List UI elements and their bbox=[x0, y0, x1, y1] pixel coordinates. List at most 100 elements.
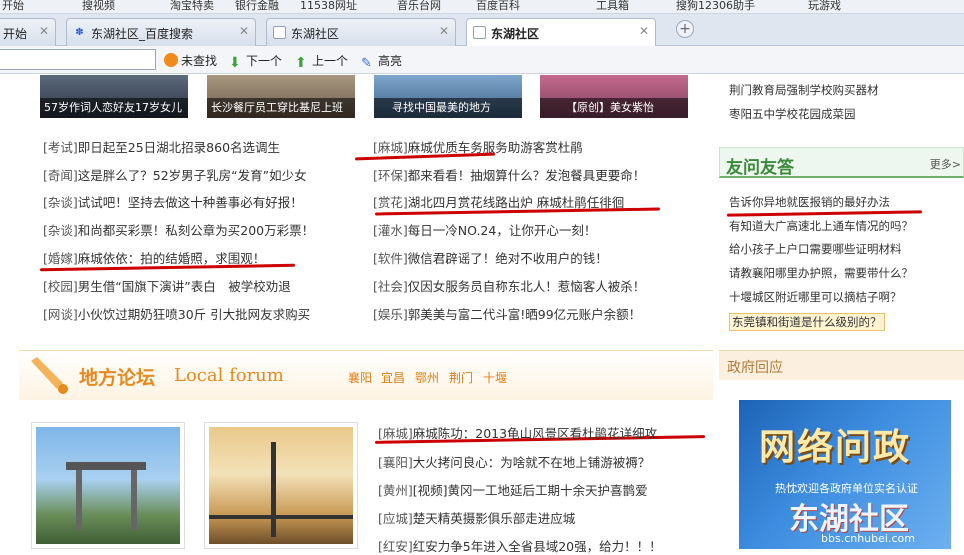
arrow-down-icon: ⬇ bbox=[229, 55, 241, 71]
stop-icon bbox=[164, 53, 178, 67]
tab-baidu-search[interactable]: ✽ 东湖社区_百度搜索 ✕ bbox=[66, 18, 256, 46]
arrow-up-icon: ⬆ bbox=[295, 55, 307, 71]
news-item[interactable]: [软件]微信君辟谣了！绝对不收用户的钱！ bbox=[373, 248, 608, 267]
news-item[interactable]: [杂谈]和尚都买彩票！私刻公章为买200万彩票！ bbox=[43, 220, 314, 239]
news-tag: [麻城] bbox=[373, 140, 408, 155]
bookmark-item[interactable]: 搜狗12306助手 bbox=[676, 0, 755, 13]
qa-item[interactable]: 给小孩子上户口需要哪些证明材料 bbox=[729, 241, 902, 257]
city-link[interactable]: 十堰 bbox=[483, 369, 507, 386]
qa-item[interactable]: 请教襄阳哪里办护照，需要带什么？ bbox=[729, 265, 913, 281]
forum-title: 地方论坛 bbox=[79, 367, 156, 389]
close-icon[interactable]: ✕ bbox=[239, 24, 249, 38]
news-item[interactable]: [校园]男生借“国旗下演讲”表白 被学校劝退 bbox=[43, 276, 291, 295]
news-tag: [校园] bbox=[43, 279, 78, 294]
qa-item[interactable]: 有知道大广高速北上通车情况的吗？ bbox=[729, 218, 913, 234]
find-input[interactable] bbox=[0, 49, 156, 70]
forum-post[interactable]: [红安]红安力争5年进入全省县域20强，给力！！！ bbox=[378, 536, 662, 555]
bookmark-item[interactable]: 工具箱 bbox=[596, 0, 629, 13]
news-tag: [杂谈] bbox=[43, 223, 78, 238]
find-highlight-label: 高亮 bbox=[378, 54, 403, 68]
forum-title-en: Local forum bbox=[174, 365, 284, 386]
post-tag: [黄州] bbox=[378, 483, 413, 498]
bookmark-item[interactable]: 百度百科 bbox=[476, 0, 520, 13]
watermark-url: bbs.cnhubei.com bbox=[821, 532, 915, 545]
qa-more-link[interactable]: 更多> bbox=[930, 156, 961, 172]
tab-label: 开始 bbox=[3, 27, 28, 41]
bookmark-item[interactable]: 搜视频 bbox=[82, 0, 115, 13]
highlighter-icon: ✎ bbox=[361, 56, 372, 71]
side-link[interactable]: 荆门教育局强制学校购买器材 bbox=[729, 82, 879, 98]
qa-header: 友问友答 更多> bbox=[719, 147, 964, 178]
thumb-caption: 长沙餐厅员工穿比基尼上班 bbox=[207, 98, 355, 118]
news-title: 男生借“国旗下演讲”表白 被学校劝退 bbox=[77, 279, 291, 294]
new-tab-button[interactable]: + bbox=[676, 20, 694, 38]
thumb-caption: 57岁作词人恋好友17岁女儿 bbox=[40, 98, 188, 118]
qa-item[interactable]: 告诉你异地就医报销的最好办法 bbox=[729, 194, 890, 210]
bookmark-item[interactable]: 银行金融 bbox=[235, 0, 279, 13]
news-item[interactable]: [娱乐]郭美美与富二代斗富!晒99亿元账户余额！ bbox=[373, 304, 641, 323]
city-link[interactable]: 襄阳 bbox=[348, 369, 372, 386]
news-title: 试试吧！坚持去做这十种善事必有好报！ bbox=[77, 195, 303, 210]
close-icon[interactable]: ✕ bbox=[439, 24, 449, 38]
thumb-caption: 【原创】美女紫怡 bbox=[540, 98, 688, 118]
find-not-found-button[interactable]: 未查找 bbox=[164, 52, 217, 69]
qa-item[interactable]: 十堰城区附近哪里可以摘桔子啊？ bbox=[729, 289, 902, 305]
post-title: 红安力争5年进入全省县域20强，给力！！！ bbox=[412, 539, 662, 554]
forum-post[interactable]: [应城]楚天精英摄影俱乐部走进应城 bbox=[378, 508, 575, 527]
post-tag: [麻城] bbox=[378, 426, 413, 441]
bookmark-item[interactable]: 淘宝特卖 bbox=[170, 0, 214, 13]
news-title: 麻城依依：拍的结婚照，求围观！ bbox=[77, 251, 266, 266]
bookmark-item[interactable]: 开始 bbox=[2, 0, 24, 13]
news-tag: [赏花] bbox=[373, 195, 408, 210]
news-item[interactable]: [杂谈]试试吧！坚持去做这十种善事必有好报！ bbox=[43, 192, 303, 211]
thumb-image[interactable]: 寻找中国最美的地方 bbox=[374, 75, 522, 118]
bookmark-item[interactable]: 音乐台网 bbox=[397, 0, 441, 13]
gov-banner[interactable]: 网络问政 热忱欢迎各政府单位实名认证 东湖社区 bbs.cnhubei.com bbox=[739, 400, 951, 549]
find-next-button[interactable]: ⬇ 下一个 bbox=[229, 52, 282, 70]
bookmark-item[interactable]: 11538网址 bbox=[300, 0, 357, 13]
news-item[interactable]: [灌水]每日一冷NO.24，让你开心一刻！ bbox=[373, 220, 596, 239]
news-item[interactable]: [社会]仅因女服务员自称东北人！惹恼客人被杀！ bbox=[373, 276, 645, 295]
forum-post[interactable]: [麻城]麻城陈功：2013龟山风景区看杜鹃花详细攻 bbox=[378, 423, 657, 442]
thumb-image[interactable]: 57岁作词人恋好友17岁女儿 bbox=[40, 75, 188, 118]
forum-post[interactable]: [黄州][视频]黄冈一工地延后工期十余天护喜鹊爱 bbox=[378, 480, 648, 499]
thumb-image[interactable]: 长沙餐厅员工穿比基尼上班 bbox=[207, 75, 355, 118]
tab-bar: 开始 ✕ ✽ 东湖社区_百度搜索 ✕ 东湖社区 ✕ 东湖社区 ✕ bbox=[0, 14, 964, 47]
news-title: 都来看看！抽烟算什么？发泡餐具更要命！ bbox=[407, 168, 646, 183]
news-tag: [社会] bbox=[373, 279, 408, 294]
tab-donghu-active[interactable]: 东湖社区 ✕ bbox=[466, 18, 656, 47]
bookmark-item[interactable]: 玩游戏 bbox=[808, 0, 841, 13]
news-title: 微信君辟谣了！绝对不收用户的钱！ bbox=[407, 251, 608, 266]
news-item[interactable]: [环保]都来看看！抽烟算什么？发泡餐具更要命！ bbox=[373, 165, 645, 184]
forum-photo-gate[interactable] bbox=[31, 422, 185, 549]
close-icon[interactable]: ✕ bbox=[639, 24, 649, 38]
news-tag: [环保] bbox=[373, 168, 408, 183]
news-tag: [软件] bbox=[373, 251, 408, 266]
post-tag: [红安] bbox=[378, 539, 413, 554]
post-title: 楚天精英摄影俱乐部走进应城 bbox=[412, 511, 576, 526]
find-highlight-button[interactable]: ✎ 高亮 bbox=[361, 52, 402, 71]
news-item[interactable]: [奇闻]这是胖么了？52岁男子乳房“发育”如少女 bbox=[43, 165, 307, 184]
tab-donghu-1[interactable]: 东湖社区 ✕ bbox=[266, 18, 456, 46]
qa-item-highlighted[interactable]: 东莞镇和街道是什么级别的？ bbox=[729, 313, 885, 331]
forum-post[interactable]: [襄阳]大火拷问良心：为啥就不在地上铺游被褥？ bbox=[378, 452, 650, 471]
post-title: 大火拷问良心：为啥就不在地上铺游被褥？ bbox=[412, 455, 651, 470]
forum-photo-bridge[interactable] bbox=[204, 422, 358, 549]
side-link[interactable]: 枣阳五中学校花园成菜园 bbox=[729, 106, 856, 122]
city-link[interactable]: 荆门 bbox=[449, 369, 473, 386]
news-title: 即日起至25日湖北招录860名选调生 bbox=[77, 140, 281, 155]
close-icon[interactable]: ✕ bbox=[39, 24, 49, 38]
baidu-paw-icon: ✽ bbox=[75, 27, 84, 38]
tab-start[interactable]: 开始 ✕ bbox=[0, 18, 56, 46]
city-link[interactable]: 宜昌 bbox=[381, 369, 405, 386]
page-content: 57岁作词人恋好友17岁女儿 长沙餐厅员工穿比基尼上班 寻找中国最美的地方 【原… bbox=[0, 75, 964, 554]
gov-title: 政府回应 bbox=[727, 360, 783, 376]
thumb-image[interactable]: 【原创】美女紫怡 bbox=[540, 75, 688, 118]
post-title: [视频]黄冈一工地延后工期十余天护喜鹊爱 bbox=[412, 483, 648, 498]
find-prev-button[interactable]: ⬆ 上一个 bbox=[295, 52, 348, 70]
news-tag: [杂谈] bbox=[43, 195, 78, 210]
news-item[interactable]: [考试]即日起至25日湖北招录860名选调生 bbox=[43, 137, 280, 156]
news-item[interactable]: [网谈]小伙饮过期奶狂喷30斤 引大批网友求购买 bbox=[43, 304, 310, 323]
find-bar: 未查找 ⬇ 下一个 ⬆ 上一个 ✎ 高亮 bbox=[0, 46, 964, 74]
city-link[interactable]: 鄂州 bbox=[415, 369, 439, 386]
